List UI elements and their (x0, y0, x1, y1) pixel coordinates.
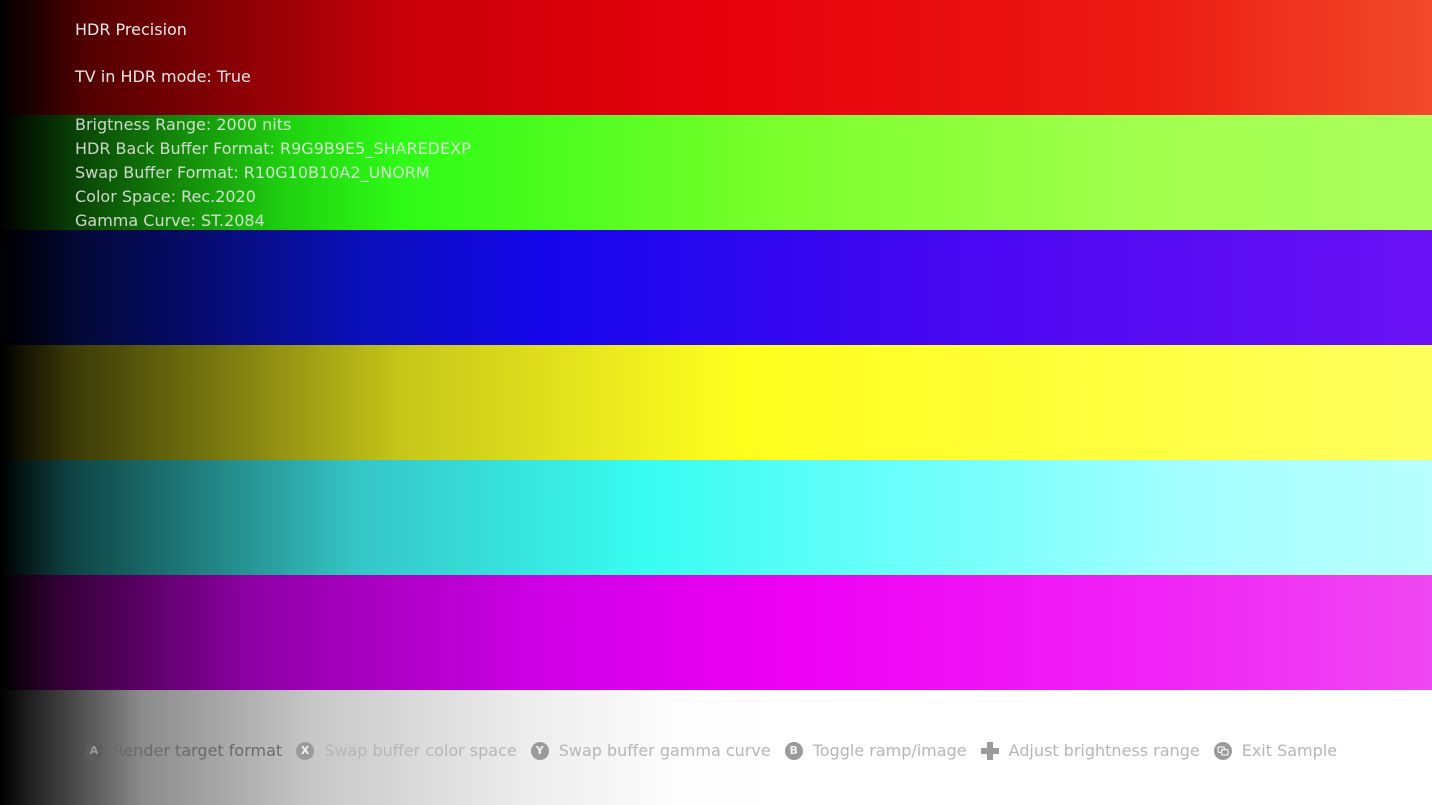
hint-label: Swap buffer color space (324, 741, 517, 760)
ramp-magenta (0, 575, 1432, 690)
controller-hints-bar: A Render target format X Swap buffer col… (85, 741, 1351, 760)
ramp-yellow (0, 345, 1432, 460)
back-buffer-format-text: HDR Back Buffer Format: R9G9B9E5_SHAREDE… (75, 139, 471, 158)
hint-exit-sample[interactable]: Exit Sample (1213, 741, 1338, 760)
b-button-icon: B (784, 741, 803, 760)
ramp-cyan (0, 460, 1432, 575)
dpad-icon (980, 741, 999, 760)
format-info-block: Brigtness Range: 2000 nits HDR Back Buff… (75, 113, 471, 233)
hint-swap-buffer-gamma-curve[interactable]: Y Swap buffer gamma curve (530, 741, 771, 760)
hint-label: Render target format (113, 741, 283, 760)
brightness-range-text: Brigtness Range: 2000 nits (75, 115, 292, 134)
hint-render-target-format[interactable]: A Render target format (85, 741, 282, 760)
x-button-icon: X (296, 741, 315, 760)
swap-buffer-format-text: Swap Buffer Format: R10G10B10A2_UNORM (75, 163, 430, 182)
hint-label: Swap buffer gamma curve (558, 741, 771, 760)
y-button-icon: Y (530, 741, 549, 760)
gamma-curve-text: Gamma Curve: ST.2084 (75, 211, 265, 230)
hint-adjust-brightness-range[interactable]: Adjust brightness range (980, 741, 1200, 760)
hint-toggle-ramp-image[interactable]: B Toggle ramp/image (784, 741, 967, 760)
a-button-icon: A (85, 741, 103, 760)
page-title: HDR Precision (75, 20, 187, 39)
hint-label: Adjust brightness range (1008, 741, 1200, 760)
ramp-red (0, 0, 1432, 115)
ramp-blue (0, 230, 1432, 345)
color-space-text: Color Space: Rec.2020 (75, 187, 256, 206)
sample-title: HDR Precision (75, 18, 187, 42)
view-button-icon (1213, 741, 1232, 760)
tv-hdr-mode-text: TV in HDR mode: True (75, 67, 251, 86)
hint-label: Exit Sample (1241, 741, 1338, 760)
hint-swap-buffer-color-space[interactable]: X Swap buffer color space (296, 741, 517, 760)
hdr-mode-status: TV in HDR mode: True (75, 65, 251, 89)
hint-label: Toggle ramp/image (812, 741, 967, 760)
